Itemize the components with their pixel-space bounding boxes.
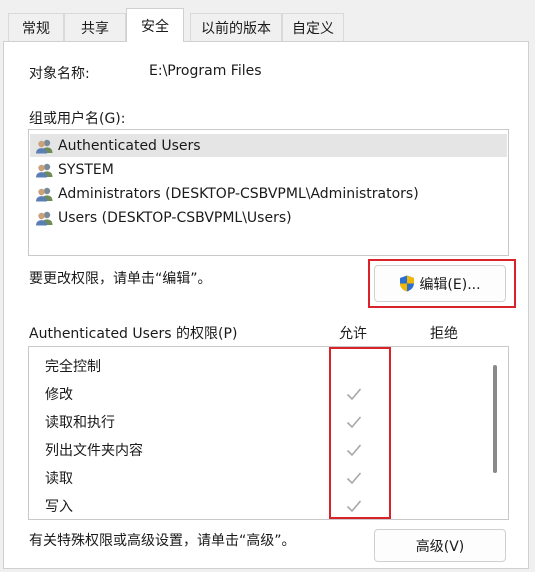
allow-check-icon — [346, 472, 362, 485]
permission-label: 读取 — [45, 471, 73, 487]
groups-listbox[interactable]: Authenticated Users SYSTEM Administrator… — [28, 129, 509, 256]
tab-security[interactable]: 安全 — [126, 8, 184, 42]
tab-customize[interactable]: 自定义 — [282, 13, 344, 41]
permissions-title: Authenticated Users 的权限(P) — [29, 326, 238, 342]
user-item-authenticated-users[interactable]: Authenticated Users — [30, 134, 507, 157]
object-name-label: 对象名称: — [29, 66, 90, 82]
users-icon — [35, 138, 55, 154]
tab-general[interactable]: 常规 — [8, 13, 64, 41]
advanced-hint: 有关特殊权限或高级设置，请单击“高级”。 — [29, 533, 296, 549]
groups-label: 组或用户名(G): — [29, 111, 126, 127]
user-item-label: Authenticated Users — [58, 137, 201, 154]
change-permissions-hint: 要更改权限，请单击“编辑”。 — [29, 271, 212, 287]
permission-row-list-folder: 列出文件夹内容 — [45, 438, 143, 462]
tab-strip: 常规 共享 安全 以前的版本 自定义 — [0, 0, 535, 42]
deny-column-header: 拒绝 — [430, 326, 458, 342]
user-item-label: Users (DESKTOP-CSBVPML\Users) — [58, 209, 292, 226]
permissions-listbox[interactable]: 完全控制 修改 读取和执行 列出文件夹内容 读取 写入 — [28, 346, 509, 520]
tab-security-label: 安全 — [141, 18, 169, 35]
user-item-users[interactable]: Users (DESKTOP-CSBVPML\Users) — [30, 206, 507, 229]
permission-label: 列出文件夹内容 — [45, 443, 143, 459]
tab-customize-label: 自定义 — [292, 20, 334, 37]
permission-row-write: 写入 — [45, 494, 73, 518]
user-item-system[interactable]: SYSTEM — [30, 158, 507, 181]
permission-row-modify: 修改 — [45, 382, 73, 406]
tab-sharing-label: 共享 — [81, 20, 109, 37]
advanced-button-label: 高级(V) — [415, 538, 465, 555]
allow-check-icon — [346, 388, 362, 401]
user-item-label: SYSTEM — [58, 161, 114, 178]
permission-label: 完全控制 — [45, 359, 101, 375]
user-item-label: Administrators (DESKTOP-CSBVPML\Administ… — [58, 185, 419, 202]
edit-button-label: 编辑(E)... — [419, 276, 481, 293]
user-item-administrators[interactable]: Administrators (DESKTOP-CSBVPML\Administ… — [30, 182, 507, 205]
permissions-scrollbar-thumb[interactable] — [493, 365, 497, 473]
permission-row-read-execute: 读取和执行 — [45, 410, 115, 434]
uac-shield-icon — [399, 275, 415, 292]
tab-previous-versions-label: 以前的版本 — [201, 20, 271, 37]
allow-column-header: 允许 — [339, 326, 367, 342]
permission-label: 写入 — [45, 499, 73, 515]
allow-check-icon — [346, 500, 362, 513]
users-icon — [35, 186, 55, 202]
permission-label: 读取和执行 — [45, 415, 115, 431]
permission-row-full-control: 完全控制 — [45, 354, 101, 378]
users-icon — [35, 162, 55, 178]
allow-check-icon — [346, 416, 362, 429]
permission-label: 修改 — [45, 387, 73, 403]
tab-sharing[interactable]: 共享 — [64, 13, 126, 41]
users-icon — [35, 210, 55, 226]
allow-check-icon — [346, 444, 362, 457]
permission-row-read: 读取 — [45, 466, 73, 490]
tab-previous-versions[interactable]: 以前的版本 — [190, 13, 282, 41]
tab-general-label: 常规 — [22, 20, 50, 37]
object-name-value: E:\Program Files — [149, 63, 262, 79]
edit-button[interactable]: 编辑(E)... — [374, 265, 506, 302]
advanced-button[interactable]: 高级(V) — [374, 529, 506, 562]
